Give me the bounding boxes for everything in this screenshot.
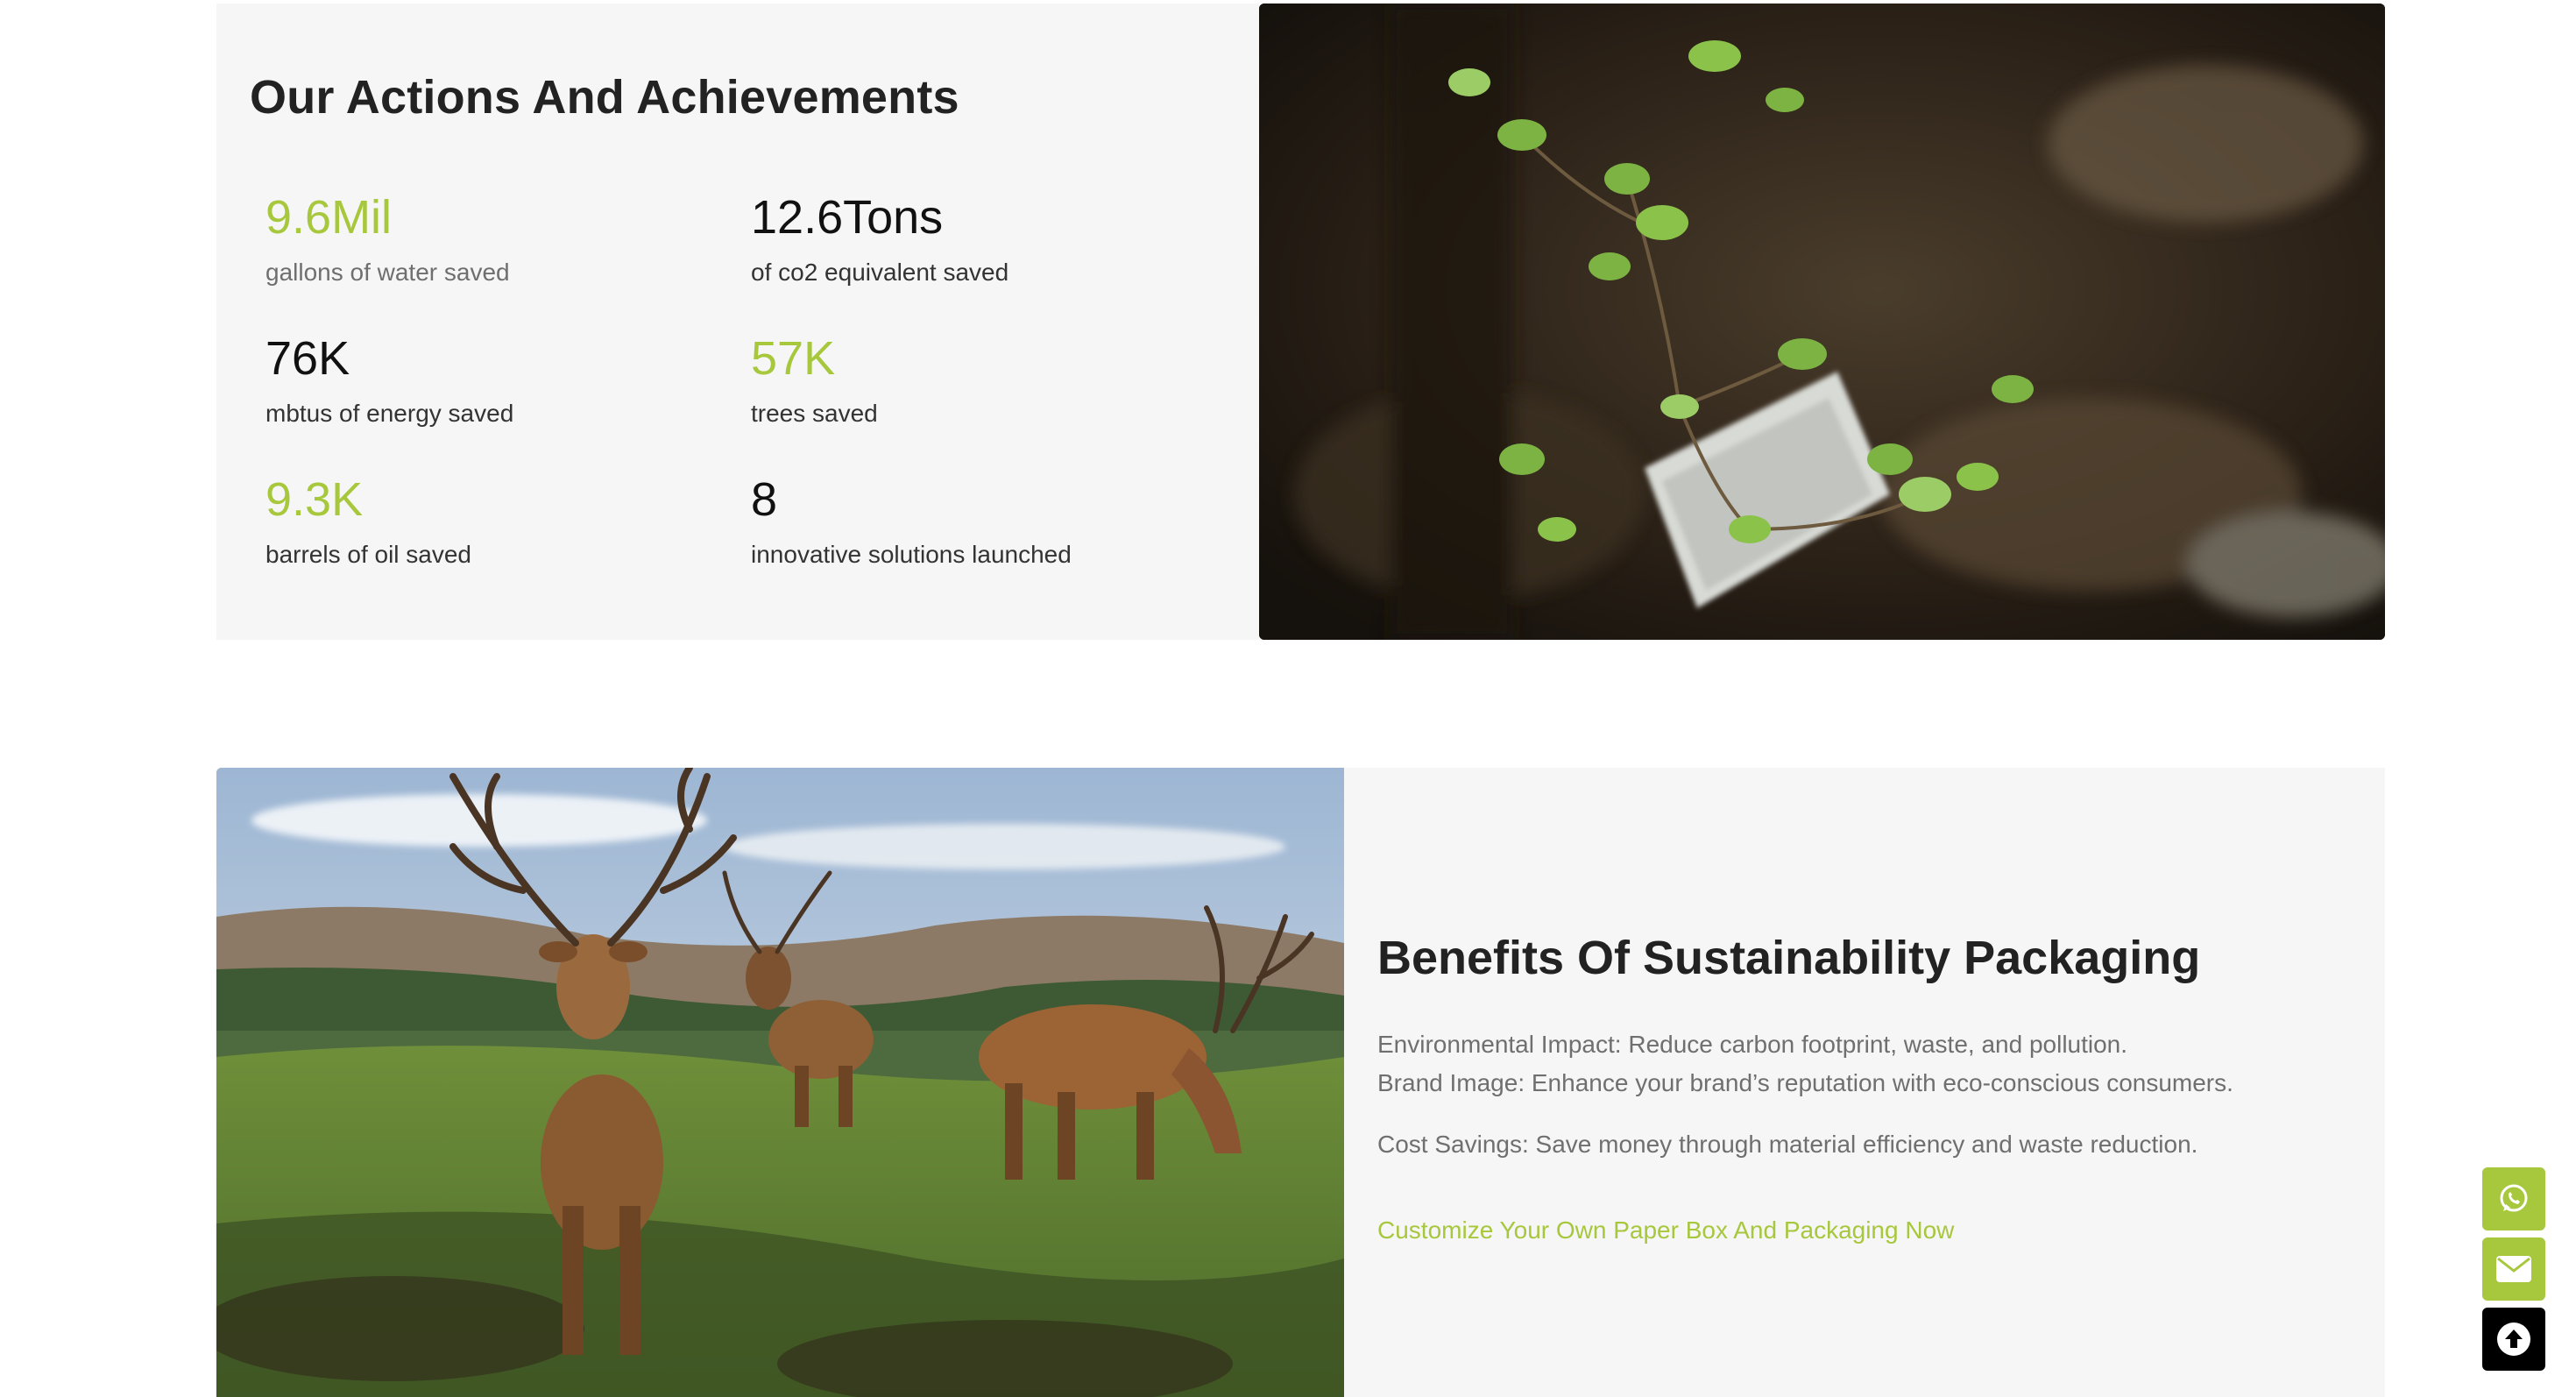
forest-sapling-illustration bbox=[1259, 4, 2385, 640]
stat-value: 12.6Tons bbox=[751, 191, 944, 244]
stat-energy: 76K mbtus of energy saved bbox=[265, 330, 739, 429]
stat-value: 8 bbox=[751, 473, 778, 526]
forest-sapling-photo bbox=[1259, 4, 2385, 640]
benefit-environmental: Environmental Impact: Reduce carbon foot… bbox=[1377, 1031, 2128, 1058]
achievements-section: Our Actions And Achievements 9.6Mil gall… bbox=[216, 4, 2385, 640]
benefit-brand-image: Brand Image: Enhance your brand’s reputa… bbox=[1377, 1069, 2233, 1096]
stat-co2: 12.6Tons of co2 equivalent saved bbox=[751, 189, 1224, 287]
mail-icon bbox=[2496, 1256, 2531, 1282]
stat-label: innovative solutions launched bbox=[751, 541, 1072, 568]
whatsapp-button[interactable] bbox=[2482, 1167, 2545, 1230]
stat-value: 9.6Mil bbox=[265, 191, 393, 244]
deer-landscape-photo bbox=[216, 768, 1344, 1397]
stat-solutions: 8 innovative solutions launched bbox=[751, 472, 1224, 570]
benefits-section: Benefits Of Sustainability Packaging Env… bbox=[216, 768, 2385, 1397]
stat-label: mbtus of energy saved bbox=[265, 400, 514, 427]
stat-oil: 9.3K barrels of oil saved bbox=[265, 472, 739, 570]
stat-value: 9.3K bbox=[265, 473, 364, 526]
stat-value: 76K bbox=[265, 332, 350, 385]
stat-label: barrels of oil saved bbox=[265, 541, 472, 568]
customize-packaging-link[interactable]: Customize Your Own Paper Box And Packagi… bbox=[1377, 1216, 1954, 1245]
benefits-panel: Benefits Of Sustainability Packaging Env… bbox=[1344, 768, 2385, 1397]
stat-label: of co2 equivalent saved bbox=[751, 259, 1009, 286]
email-button[interactable] bbox=[2482, 1237, 2545, 1301]
stat-water: 9.6Mil gallons of water saved bbox=[265, 189, 739, 287]
stat-label: trees saved bbox=[751, 400, 878, 427]
benefits-title: Benefits Of Sustainability Packaging bbox=[1377, 932, 2201, 984]
arrow-up-circle-icon bbox=[2497, 1323, 2530, 1356]
whatsapp-icon bbox=[2500, 1184, 2528, 1212]
stat-label: gallons of water saved bbox=[265, 259, 510, 286]
achievements-title: Our Actions And Achievements bbox=[250, 71, 959, 124]
deer-landscape-illustration bbox=[216, 768, 1344, 1397]
stat-value: 57K bbox=[751, 332, 836, 385]
stat-trees: 57K trees saved bbox=[751, 330, 1224, 429]
benefit-cost-savings: Cost Savings: Save money through materia… bbox=[1377, 1131, 2198, 1158]
back-to-top-button[interactable] bbox=[2482, 1308, 2545, 1371]
achievements-panel: Our Actions And Achievements 9.6Mil gall… bbox=[216, 4, 1259, 640]
